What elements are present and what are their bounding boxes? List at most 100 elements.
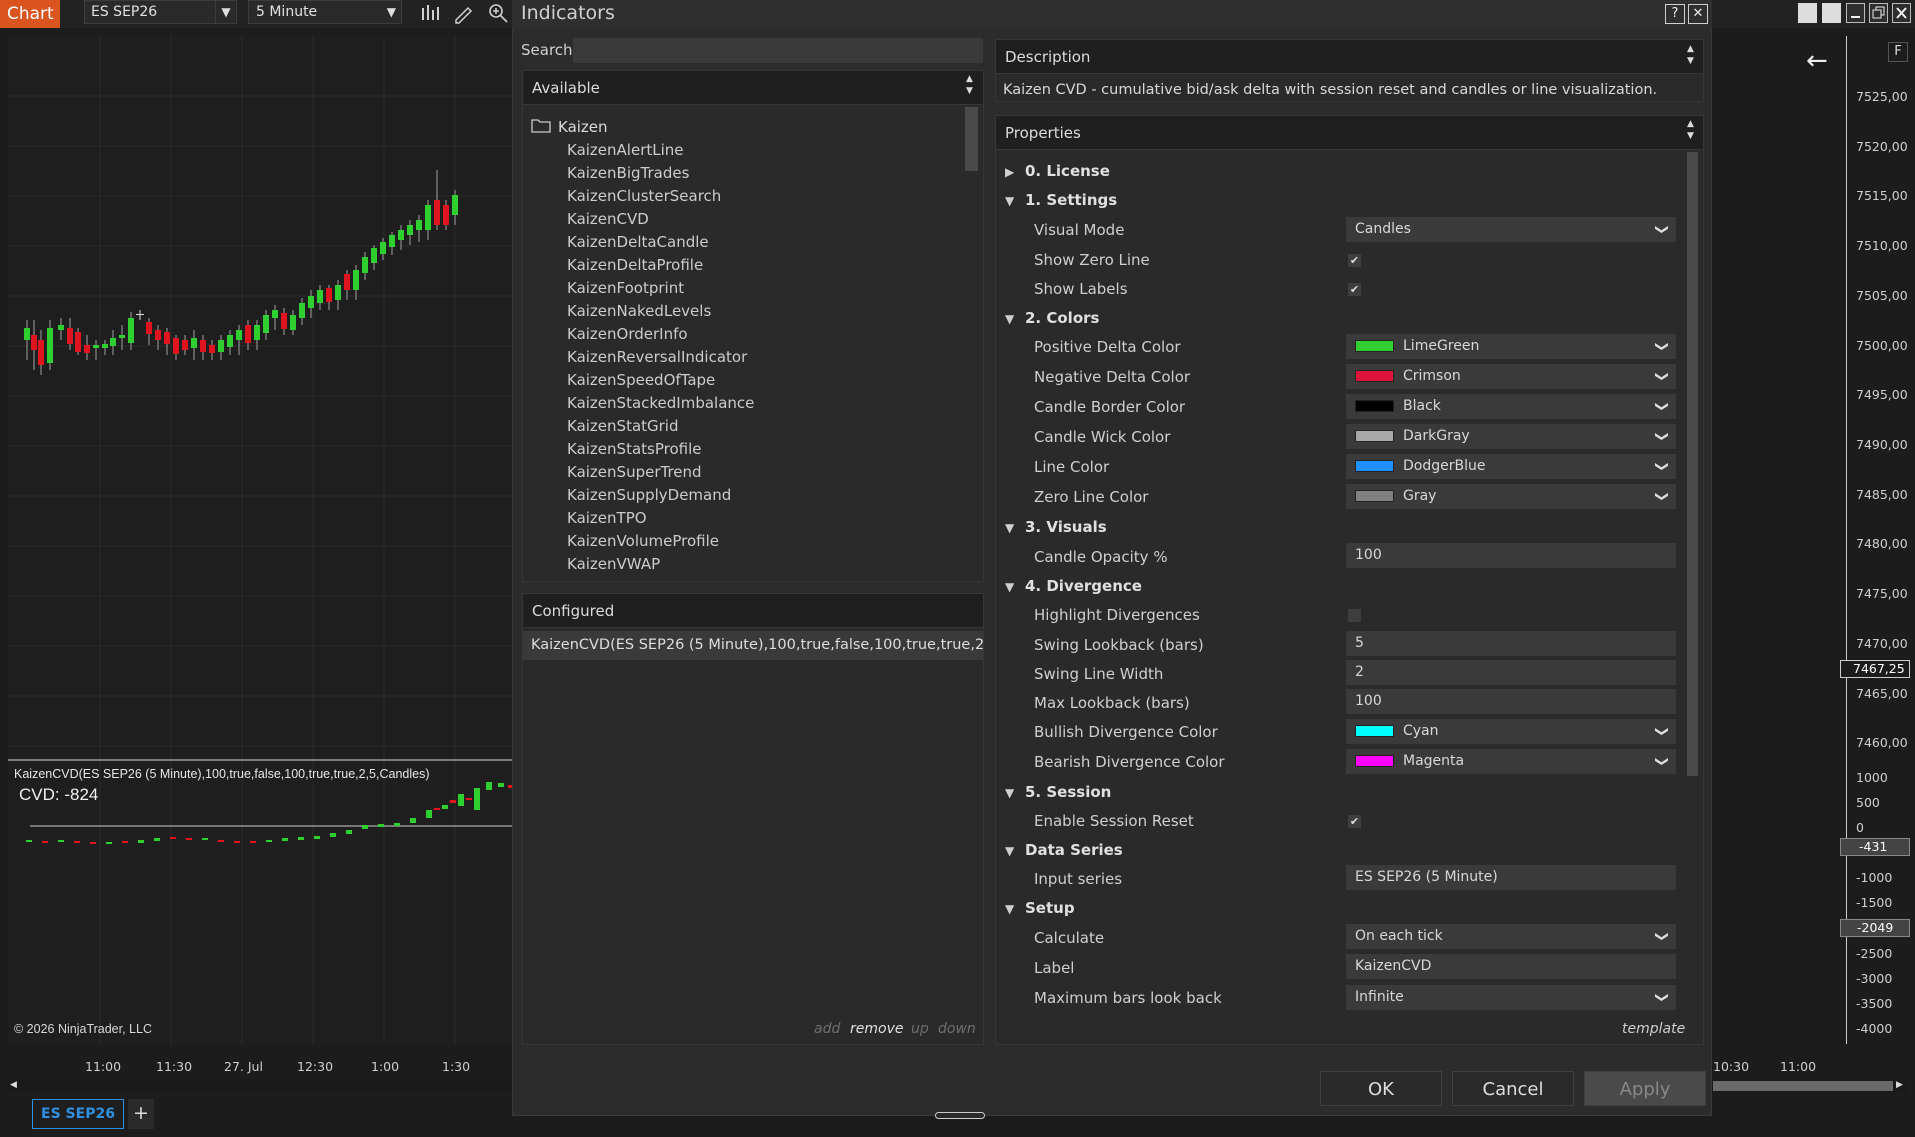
zoom-icon[interactable] <box>487 2 509 24</box>
layout-icon[interactable] <box>1822 3 1841 23</box>
list-item[interactable]: KaizenFootprint <box>567 279 684 297</box>
configured-item[interactable]: KaizenCVD(ES SEP26 (5 Minute),100,true,f… <box>523 631 983 660</box>
list-item[interactable]: KaizenStatGrid <box>567 417 679 435</box>
prop-label: Candle Border Color <box>1034 398 1186 416</box>
chevron-down-icon: ▼ <box>386 5 396 19</box>
close-icon[interactable] <box>1892 3 1911 23</box>
down-link[interactable]: down <box>938 1021 976 1037</box>
category-data-series[interactable]: ▼ Data Series <box>1005 841 1123 859</box>
chevron-down-icon: ❯ <box>1654 726 1670 737</box>
list-item[interactable]: KaizenDeltaCandle <box>567 233 709 251</box>
bar-type-icon[interactable] <box>419 2 441 24</box>
scroll-arrows-icon[interactable]: ▲ ▼ <box>1687 118 1694 142</box>
label-input[interactable]: KaizenCVD <box>1346 954 1676 979</box>
minimize-icon[interactable] <box>1846 3 1865 23</box>
properties-scroll-thumb[interactable] <box>1687 152 1698 776</box>
cancel-button[interactable]: Cancel <box>1452 1071 1574 1106</box>
enable-session-reset-checkbox[interactable]: ✔ <box>1348 815 1361 828</box>
available-scroll-thumb[interactable] <box>965 107 978 171</box>
add-tab-button[interactable]: + <box>128 1099 154 1129</box>
list-item[interactable]: KaizenDeltaProfile <box>567 256 703 274</box>
category-label: 1. Settings <box>1025 191 1118 209</box>
category-colors[interactable]: ▼ 2. Colors <box>1005 309 1099 327</box>
candle-border-color-select[interactable]: Black ❯ <box>1346 394 1676 419</box>
list-item[interactable]: KaizenVWAP <box>567 555 660 573</box>
price-tick: 7490,00 <box>1856 437 1908 452</box>
instrument-selector[interactable]: ES SEP26 <box>84 0 216 24</box>
restore-icon[interactable] <box>1869 3 1888 23</box>
list-item[interactable]: KaizenSpeedOfTape <box>567 371 715 389</box>
list-item[interactable]: KaizenTPO <box>567 509 647 527</box>
list-item[interactable]: KaizenAlertLine <box>567 141 684 159</box>
chart-title-tab[interactable]: Chart <box>0 0 60 28</box>
category-visuals[interactable]: ▼ 3. Visuals <box>1005 518 1107 536</box>
prop-label: Zero Line Color <box>1034 488 1149 506</box>
swing-lookback-input[interactable]: 5 <box>1346 631 1676 656</box>
drawing-tool-icon[interactable] <box>452 2 474 24</box>
list-item[interactable]: KaizenSuperTrend <box>567 463 702 481</box>
corner-button[interactable]: F <box>1888 42 1908 62</box>
back-arrow-icon[interactable]: ← <box>1806 46 1828 76</box>
bearish-divergence-color-select[interactable]: Magenta ❯ <box>1346 749 1676 774</box>
scroll-arrows-icon[interactable]: ▲ ▼ <box>966 73 973 97</box>
list-item[interactable]: KaizenBigTrades <box>567 164 689 182</box>
category-license[interactable]: ▶ 0. License <box>1005 162 1110 180</box>
scroll-left-icon[interactable]: ◀ <box>10 1080 20 1092</box>
list-item[interactable]: KaizenStackedImbalance <box>567 394 754 412</box>
calculate-select[interactable]: On each tick ❯ <box>1346 924 1676 949</box>
category-settings[interactable]: ▼ 1. Settings <box>1005 191 1117 209</box>
bullish-divergence-color-select[interactable]: Cyan ❯ <box>1346 719 1676 744</box>
current-price-marker: 7467,25 <box>1840 660 1910 678</box>
ok-button[interactable]: OK <box>1320 1071 1442 1106</box>
remove-link[interactable]: remove <box>850 1021 903 1037</box>
scroll-thumb[interactable] <box>1713 1081 1893 1091</box>
scroll-arrows-icon[interactable]: ▲ ▼ <box>1687 43 1694 67</box>
swing-line-width-input[interactable]: 2 <box>1346 660 1676 685</box>
color-swatch <box>1355 340 1394 352</box>
help-button[interactable]: ? <box>1665 4 1685 24</box>
input-series-field[interactable]: ES SEP26 (5 Minute) <box>1346 865 1676 890</box>
negative-delta-color-select[interactable]: Crimson ❯ <box>1346 364 1676 389</box>
up-link[interactable]: up <box>911 1021 929 1037</box>
list-item[interactable]: KaizenStatsProfile <box>567 440 701 458</box>
dialog-close-button[interactable]: ✕ <box>1688 4 1708 24</box>
search-input[interactable] <box>573 38 983 63</box>
layout-icon[interactable] <box>1798 3 1817 23</box>
list-item[interactable]: KaizenReversalIndicator <box>567 348 747 366</box>
template-link[interactable]: template <box>1622 1021 1685 1037</box>
category-session[interactable]: ▼ 5. Session <box>1005 783 1111 801</box>
prop-label: Enable Session Reset <box>1034 812 1194 830</box>
interval-selector[interactable]: 5 Minute ▼ <box>248 0 402 24</box>
show-labels-checkbox[interactable]: ✔ <box>1348 283 1361 296</box>
tab-es-sep26[interactable]: ES SEP26 <box>32 1099 124 1129</box>
list-item[interactable]: KaizenClusterSearch <box>567 187 721 205</box>
add-link[interactable]: add <box>814 1021 840 1037</box>
available-header: Available <box>522 70 984 105</box>
scroll-right-icon[interactable]: ▶ <box>1896 1080 1906 1092</box>
resize-grip[interactable] <box>935 1112 985 1119</box>
candle-opacity-input[interactable]: 100 <box>1346 543 1676 568</box>
list-item[interactable]: KaizenNakedLevels <box>567 302 711 320</box>
list-item[interactable]: KaizenSupplyDemand <box>567 486 731 504</box>
list-item[interactable]: KaizenCVD <box>567 210 649 228</box>
list-item[interactable]: KaizenOrderInfo <box>567 325 688 343</box>
positive-delta-color-select[interactable]: LimeGreen ❯ <box>1346 334 1676 359</box>
folder-kaizen[interactable]: Kaizen <box>558 118 608 136</box>
category-setup[interactable]: ▼ Setup <box>1005 899 1075 917</box>
visual-mode-select[interactable]: Candles ❯ <box>1346 217 1676 242</box>
line-color-select[interactable]: DodgerBlue ❯ <box>1346 454 1676 479</box>
show-zero-line-checkbox[interactable]: ✔ <box>1348 254 1361 267</box>
highlight-divergences-checkbox[interactable] <box>1348 609 1361 622</box>
interval-label: 5 Minute <box>256 4 318 20</box>
category-divergence[interactable]: ▼ 4. Divergence <box>1005 577 1142 595</box>
max-bars-select[interactable]: Infinite ❯ <box>1346 985 1676 1010</box>
max-lookback-input[interactable]: 100 <box>1346 689 1676 714</box>
candle-wick-color-select[interactable]: DarkGray ❯ <box>1346 424 1676 449</box>
instrument-dropdown-icon[interactable]: ▼ <box>215 0 237 24</box>
list-item[interactable]: KaizenVolumeProfile <box>567 532 719 550</box>
prop-label: Line Color <box>1034 458 1110 476</box>
prop-label: Show Zero Line <box>1034 251 1150 269</box>
apply-button[interactable]: Apply <box>1584 1071 1706 1106</box>
zero-line-color-select[interactable]: Gray ❯ <box>1346 484 1676 509</box>
price-tick: 7485,00 <box>1856 487 1908 502</box>
